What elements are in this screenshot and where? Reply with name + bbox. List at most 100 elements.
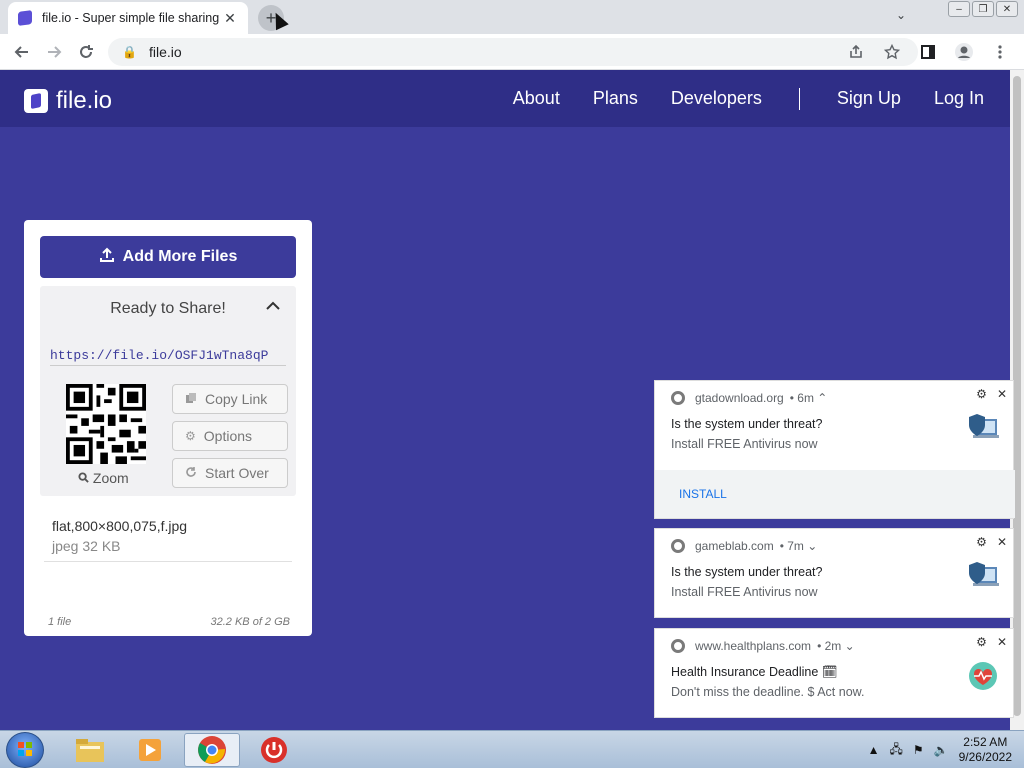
file-meta: jpeg 32 KB xyxy=(52,538,121,554)
scrollbar-thumb[interactable] xyxy=(1013,76,1021,716)
copy-link-label: Copy Link xyxy=(205,391,268,407)
network-icon[interactable]: 🖧 xyxy=(890,740,903,761)
notification-close-icon[interactable]: ✕ xyxy=(997,635,1007,649)
notification-body: Install FREE Antivirus now xyxy=(671,437,818,451)
notification-healthplans[interactable]: www.healthplans.com • 2m ⌄ ⚙ ✕ Health In… xyxy=(654,628,1014,718)
install-button[interactable]: INSTALL xyxy=(655,470,1015,518)
shield-laptop-icon xyxy=(969,414,999,438)
windows-logo-icon xyxy=(18,742,32,756)
reload-icon[interactable] xyxy=(70,36,102,68)
restore-button[interactable]: ❐ xyxy=(972,1,994,17)
bookmark-star-icon[interactable] xyxy=(876,36,908,68)
folder-icon xyxy=(76,739,104,762)
browser-tab[interactable]: file.io - Super simple file sharing ✕ xyxy=(8,2,248,34)
notification-close-icon[interactable]: ✕ xyxy=(997,387,1007,401)
share-icon[interactable] xyxy=(840,36,872,68)
file-count: 1 file xyxy=(48,616,72,628)
tab-close-icon[interactable]: ✕ xyxy=(222,10,238,27)
chrome-logo-icon xyxy=(198,736,226,764)
windows-taskbar: ▲ 🖧 ⚑ 🔈 2:52 AM 9/26/2022 xyxy=(0,730,1024,768)
nav-developers[interactable]: Developers xyxy=(671,88,762,110)
tray-expand-icon[interactable]: ▲ xyxy=(868,743,880,757)
site-header: file.io About Plans Developers Sign Up L… xyxy=(0,70,1010,127)
taskbar-media-player[interactable] xyxy=(122,733,178,767)
options-button[interactable]: ⚙ Options xyxy=(172,421,288,451)
lock-icon: 🔒 xyxy=(122,45,137,59)
chrome-icon xyxy=(671,391,685,405)
nav-separator xyxy=(798,88,800,110)
gear-icon: ⚙ xyxy=(185,429,196,443)
ready-to-share-label: Ready to Share! xyxy=(110,300,226,317)
magnifier-icon xyxy=(78,470,93,486)
media-player-icon xyxy=(139,739,161,761)
notification-title: Health Insurance Deadline 🗓 xyxy=(671,665,838,679)
share-link-field[interactable]: https://file.io/OSFJ1wTna8qP xyxy=(50,348,286,366)
notification-source: gtadownload.org xyxy=(695,391,784,405)
power-icon xyxy=(261,737,287,763)
zoom-button[interactable]: Zoom xyxy=(78,470,129,486)
storage-usage: 32.2 KB of 2 GB xyxy=(210,616,291,628)
upload-icon xyxy=(99,247,115,268)
zoom-label: Zoom xyxy=(92,470,129,486)
site-logo[interactable]: file.io xyxy=(24,87,112,115)
nav-log-in[interactable]: Log In xyxy=(934,88,984,110)
fileio-favicon-icon xyxy=(18,10,32,26)
side-panel-icon[interactable] xyxy=(912,36,944,68)
start-button[interactable] xyxy=(6,732,44,768)
action-center-flag-icon[interactable]: ⚑ xyxy=(913,743,924,757)
file-name: flat,800×800,075,f.jpg xyxy=(52,518,188,534)
taskbar-chrome[interactable] xyxy=(184,733,240,767)
taskbar-file-explorer[interactable] xyxy=(62,733,118,767)
start-over-button[interactable]: Start Over xyxy=(172,458,288,488)
nav-sign-up[interactable]: Sign Up xyxy=(837,88,901,110)
toolbar-actions xyxy=(840,36,1016,68)
add-more-files-button[interactable]: Add More Files xyxy=(40,236,296,278)
back-arrow-icon[interactable] xyxy=(6,36,38,68)
system-tray: ▲ 🖧 ⚑ 🔈 2:52 AM 9/26/2022 xyxy=(868,735,1012,765)
close-window-button[interactable]: ✕ xyxy=(996,1,1018,17)
refresh-icon xyxy=(185,466,197,481)
notification-gameblab[interactable]: gameblab.com • 7m ⌄ ⚙ ✕ Is the system un… xyxy=(654,528,1014,618)
profile-avatar-icon[interactable] xyxy=(948,36,980,68)
notification-close-icon[interactable]: ✕ xyxy=(997,535,1007,549)
browser-toolbar: 🔒 file.io xyxy=(0,34,1024,70)
nav-plans[interactable]: Plans xyxy=(593,88,638,110)
clock-date: 9/26/2022 xyxy=(958,750,1012,764)
add-more-files-label: Add More Files xyxy=(122,248,238,265)
notification-title: Is the system under threat? xyxy=(671,417,823,431)
collapse-chevron-icon[interactable] xyxy=(266,298,280,314)
shield-laptop-icon xyxy=(969,562,999,586)
notification-body: Install FREE Antivirus now xyxy=(671,585,818,599)
window-controls: – ❐ ✕ xyxy=(948,1,1018,17)
notification-gtadownload[interactable]: gtadownload.org • 6m ⌃ ⚙ ✕ Is the system… xyxy=(654,380,1015,519)
address-bar[interactable]: 🔒 file.io xyxy=(108,38,918,66)
notification-body: Don't miss the deadline. $ Act now. xyxy=(671,685,865,699)
notification-age: • 6m ⌃ xyxy=(789,391,828,405)
forward-arrow-icon[interactable] xyxy=(38,36,70,68)
copy-icon xyxy=(185,392,197,407)
minimize-button[interactable]: – xyxy=(948,1,970,17)
tab-search-chevron-icon[interactable]: ⌄ xyxy=(896,8,906,22)
notification-settings-gear-icon[interactable]: ⚙ xyxy=(976,535,987,549)
system-clock[interactable]: 2:52 AM 9/26/2022 xyxy=(959,735,1012,765)
notification-age: • 2m ⌄ xyxy=(817,639,855,653)
notification-header: gtadownload.org • 6m ⌃ xyxy=(671,391,827,405)
notification-settings-gear-icon[interactable]: ⚙ xyxy=(976,635,987,649)
menu-kebab-icon[interactable] xyxy=(984,36,1016,68)
options-label: Options xyxy=(203,428,253,444)
volume-icon[interactable]: 🔈 xyxy=(934,743,949,757)
file-divider xyxy=(44,561,292,562)
start-over-label: Start Over xyxy=(205,465,269,481)
notification-settings-gear-icon[interactable]: ⚙ xyxy=(976,387,987,401)
taskbar-power-app[interactable] xyxy=(246,733,302,767)
notification-controls: ⚙ ✕ xyxy=(976,635,1007,649)
notification-header: gameblab.com • 7m ⌄ xyxy=(671,539,817,553)
copy-link-button[interactable]: Copy Link xyxy=(172,384,288,414)
notification-source: www.healthplans.com xyxy=(695,639,812,653)
notification-controls: ⚙ ✕ xyxy=(976,387,1007,401)
nav-about[interactable]: About xyxy=(513,88,560,110)
qr-code xyxy=(66,384,146,464)
notification-title: Is the system under threat? xyxy=(671,565,823,579)
notification-controls: ⚙ ✕ xyxy=(976,535,1007,549)
notification-header: www.healthplans.com • 2m ⌄ xyxy=(671,639,855,653)
